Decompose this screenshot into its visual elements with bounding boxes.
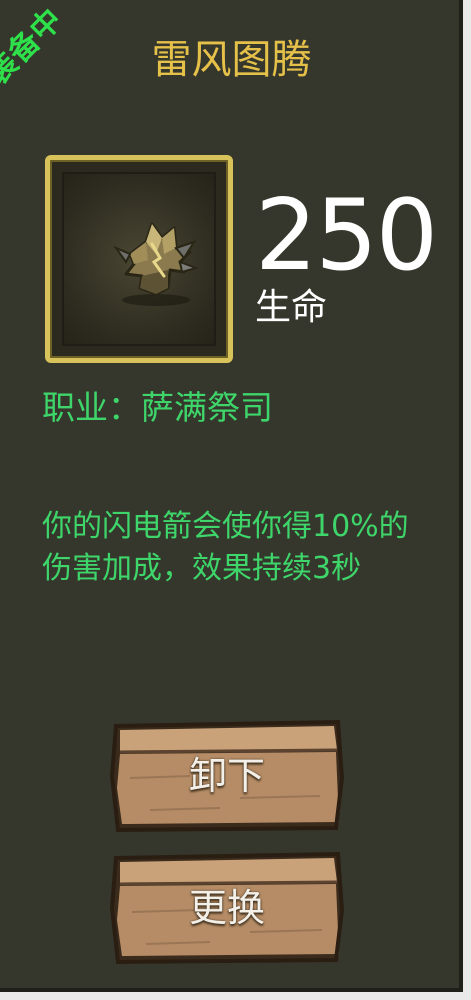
stat-value: 250	[255, 179, 438, 293]
equipped-badge-wrap: 装备中	[0, 2, 128, 126]
unequip-button[interactable]: 卸下	[110, 718, 344, 834]
totem-icon	[113, 222, 200, 306]
item-description: 你的闪电箭会使你得10%的伤害加成，效果持续3秒	[42, 509, 409, 586]
replace-button[interactable]: 更换	[110, 850, 344, 966]
unequip-label: 卸下	[188, 754, 265, 798]
class-requirement: 职业：萨满祭司	[42, 388, 273, 427]
item-icon-frame	[45, 155, 233, 363]
equipment-detail-panel: 装备中 雷风图腾 250 生命 职业：萨满祭司 你的闪电箭会使你得10%的伤害加…	[0, 0, 463, 992]
item-icon-slot	[62, 172, 216, 346]
replace-label: 更换	[188, 886, 265, 930]
stat-label: 生命	[255, 287, 328, 328]
item-title: 雷风图腾	[151, 37, 312, 83]
